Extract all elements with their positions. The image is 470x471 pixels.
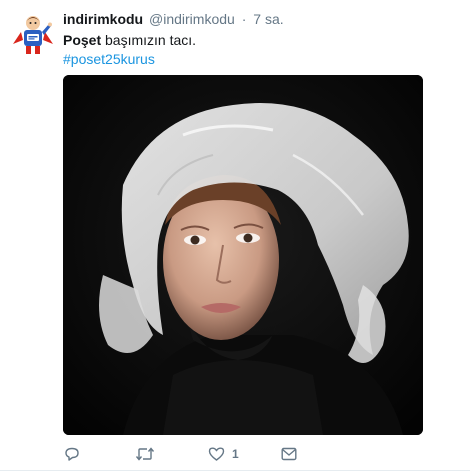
envelope-icon [281,447,297,461]
tweet-text-rest: başımızın tacı. [101,32,197,48]
retweet-icon [135,447,155,461]
reply-button[interactable] [64,444,87,464]
avatar-superhero-icon [13,16,53,54]
header-separator: · [241,11,247,27]
author-username[interactable]: @indirimkodu [149,11,235,27]
like-count: 1 [232,447,239,461]
heart-icon [208,447,225,461]
tweet-actions: 1 [63,444,463,464]
tweet-content: indirimkodu @indirimkodu · 7 sa. Poşet b… [63,10,463,69]
tweet-text: Poşet başımızın tacı. #poset25kurus [63,31,463,69]
tweet-text-bold: Poşet [63,32,102,48]
tweet-card[interactable]: indirimkodu @indirimkodu · 7 sa. Poşet b… [0,0,470,471]
like-button[interactable]: 1 [208,444,239,464]
photo-woman-with-plastic-bag [63,75,423,435]
direct-message-button[interactable] [281,444,304,464]
tweet-photo[interactable] [63,75,423,435]
retweet-button[interactable] [135,444,162,464]
hashtag-link[interactable]: #poset25kurus [63,50,463,69]
avatar[interactable] [9,10,57,58]
author-fullname[interactable]: indirimkodu [63,11,143,27]
tweet-timestamp[interactable]: 7 sa. [253,11,283,27]
tweet-header: indirimkodu @indirimkodu · 7 sa. [63,10,463,28]
reply-icon [65,447,79,461]
